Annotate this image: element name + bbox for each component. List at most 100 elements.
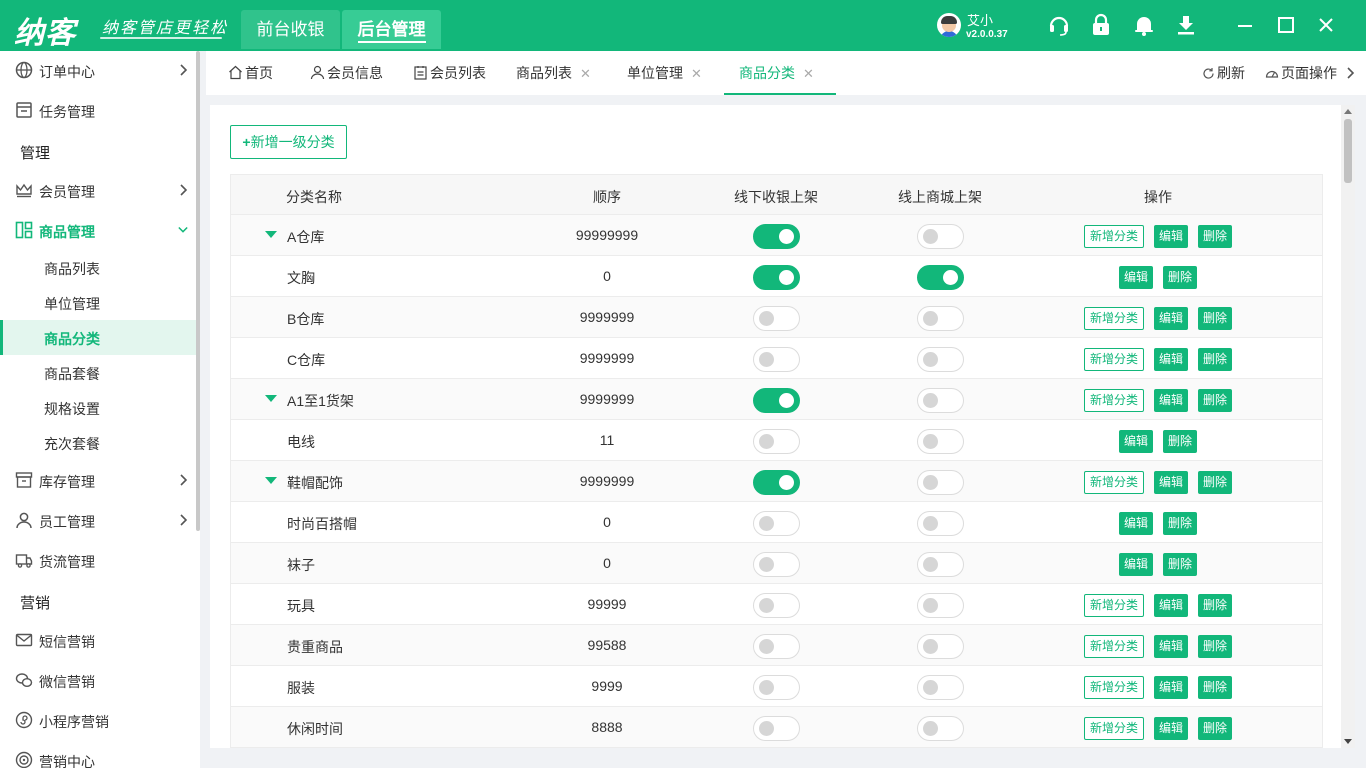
edit-button[interactable]: 编辑	[1154, 471, 1188, 494]
online-shelf-toggle[interactable]	[917, 265, 964, 290]
offline-shelf-toggle[interactable]	[753, 675, 800, 700]
scroll-down-arrow[interactable]	[1344, 739, 1352, 744]
online-shelf-toggle[interactable]	[917, 470, 964, 495]
edit-button[interactable]: 编辑	[1119, 553, 1153, 576]
offline-shelf-toggle[interactable]	[753, 634, 800, 659]
add-subcategory-button[interactable]: 新增分类	[1084, 348, 1144, 371]
edit-button[interactable]: 编辑	[1154, 307, 1188, 330]
tab-member-info[interactable]: 会员信息	[310, 51, 383, 95]
expand-caret-icon[interactable]	[265, 231, 277, 238]
page-ops-button[interactable]: 页面操作	[1265, 51, 1337, 95]
edit-button[interactable]: 编辑	[1154, 594, 1188, 617]
tab-close-icon[interactable]: ✕	[803, 66, 814, 81]
edit-button[interactable]: 编辑	[1154, 225, 1188, 248]
add-subcategory-button[interactable]: 新增分类	[1084, 471, 1144, 494]
expand-caret-icon[interactable]	[265, 477, 277, 484]
offline-shelf-toggle[interactable]	[753, 593, 800, 618]
online-shelf-toggle[interactable]	[917, 224, 964, 249]
sidebar-item-marketing-center[interactable]: 营销中心	[0, 742, 196, 768]
avatar[interactable]	[937, 13, 961, 37]
add-top-category-button[interactable]: +新增一级分类	[230, 125, 347, 159]
add-subcategory-button[interactable]: 新增分类	[1084, 676, 1144, 699]
edit-button[interactable]: 编辑	[1154, 676, 1188, 699]
sidebar-sub-goods-list[interactable]: 商品列表	[0, 250, 196, 285]
offline-shelf-toggle[interactable]	[753, 716, 800, 741]
content-scrollbar[interactable]	[1341, 105, 1355, 748]
sidebar-item-members[interactable]: 会员管理	[0, 172, 196, 208]
sidebar-item-tasks[interactable]: 任务管理	[0, 92, 196, 128]
add-subcategory-button[interactable]: 新增分类	[1084, 389, 1144, 412]
sidebar-item-goods[interactable]: 商品管理	[0, 212, 196, 248]
delete-button[interactable]: 删除	[1198, 635, 1232, 658]
lock-icon[interactable]	[1089, 13, 1113, 37]
online-shelf-toggle[interactable]	[917, 593, 964, 618]
edit-button[interactable]: 编辑	[1154, 635, 1188, 658]
offline-shelf-toggle[interactable]	[753, 470, 800, 495]
sidebar-item-sms-marketing[interactable]: 短信营销	[0, 622, 196, 658]
expand-caret-icon[interactable]	[265, 395, 277, 402]
edit-button[interactable]: 编辑	[1119, 512, 1153, 535]
offline-shelf-toggle[interactable]	[753, 265, 800, 290]
top-tab-backend[interactable]: 后台管理	[342, 10, 441, 49]
delete-button[interactable]: 删除	[1198, 307, 1232, 330]
offline-shelf-toggle[interactable]	[753, 388, 800, 413]
tab-goods-list[interactable]: 商品列表 ✕	[516, 51, 591, 95]
maximize-icon[interactable]	[1274, 13, 1298, 37]
tab-goods-category[interactable]: 商品分类 ✕	[724, 51, 836, 95]
delete-button[interactable]: 删除	[1198, 225, 1232, 248]
delete-button[interactable]: 删除	[1163, 512, 1197, 535]
close-icon[interactable]	[1314, 13, 1338, 37]
online-shelf-toggle[interactable]	[917, 675, 964, 700]
minimize-icon[interactable]	[1233, 13, 1257, 37]
top-tab-frontdesk[interactable]: 前台收银	[241, 10, 340, 49]
online-shelf-toggle[interactable]	[917, 552, 964, 577]
delete-button[interactable]: 删除	[1198, 471, 1232, 494]
sidebar-item-staff[interactable]: 员工管理	[0, 502, 196, 538]
edit-button[interactable]: 编辑	[1119, 266, 1153, 289]
bell-icon[interactable]	[1132, 13, 1156, 37]
online-shelf-toggle[interactable]	[917, 306, 964, 331]
add-subcategory-button[interactable]: 新增分类	[1084, 307, 1144, 330]
edit-button[interactable]: 编辑	[1154, 389, 1188, 412]
headset-icon[interactable]	[1047, 13, 1071, 37]
user-name[interactable]: 艾小	[967, 10, 993, 29]
offline-shelf-toggle[interactable]	[753, 511, 800, 536]
online-shelf-toggle[interactable]	[917, 388, 964, 413]
delete-button[interactable]: 删除	[1198, 717, 1232, 740]
offline-shelf-toggle[interactable]	[753, 347, 800, 372]
offline-shelf-toggle[interactable]	[753, 224, 800, 249]
delete-button[interactable]: 删除	[1198, 389, 1232, 412]
offline-shelf-toggle[interactable]	[753, 552, 800, 577]
sidebar-sub-recharge-package[interactable]: 充次套餐	[0, 425, 196, 460]
sidebar-item-miniprogram-marketing[interactable]: 小程序营销	[0, 702, 196, 738]
add-subcategory-button[interactable]: 新增分类	[1084, 225, 1144, 248]
delete-button[interactable]: 删除	[1163, 430, 1197, 453]
offline-shelf-toggle[interactable]	[753, 429, 800, 454]
sidebar-item-logistics[interactable]: 货流管理	[0, 542, 196, 578]
chevron-right-icon[interactable]	[1345, 67, 1355, 79]
edit-button[interactable]: 编辑	[1154, 348, 1188, 371]
online-shelf-toggle[interactable]	[917, 347, 964, 372]
scroll-up-arrow[interactable]	[1344, 109, 1352, 114]
sidebar-scrollbar[interactable]	[196, 51, 200, 531]
online-shelf-toggle[interactable]	[917, 716, 964, 741]
online-shelf-toggle[interactable]	[917, 511, 964, 536]
tab-member-list[interactable]: 会员列表	[413, 51, 486, 95]
tab-unit-manage[interactable]: 单位管理 ✕	[627, 51, 702, 95]
delete-button[interactable]: 删除	[1198, 348, 1232, 371]
tab-home[interactable]: 首页	[228, 51, 273, 95]
delete-button[interactable]: 删除	[1163, 266, 1197, 289]
sidebar-item-orders[interactable]: 订单中心	[0, 52, 196, 88]
tab-close-icon[interactable]: ✕	[691, 66, 702, 81]
add-subcategory-button[interactable]: 新增分类	[1084, 635, 1144, 658]
sidebar-item-wechat-marketing[interactable]: 微信营销	[0, 662, 196, 698]
sidebar-sub-goods-category[interactable]: 商品分类	[0, 320, 196, 355]
delete-button[interactable]: 删除	[1163, 553, 1197, 576]
sidebar-sub-unit-manage[interactable]: 单位管理	[0, 285, 196, 320]
delete-button[interactable]: 删除	[1198, 676, 1232, 699]
scroll-thumb[interactable]	[1344, 119, 1352, 183]
tab-close-icon[interactable]: ✕	[580, 66, 591, 81]
sidebar-sub-spec-settings[interactable]: 规格设置	[0, 390, 196, 425]
sidebar-item-inventory[interactable]: 库存管理	[0, 462, 196, 498]
delete-button[interactable]: 删除	[1198, 594, 1232, 617]
